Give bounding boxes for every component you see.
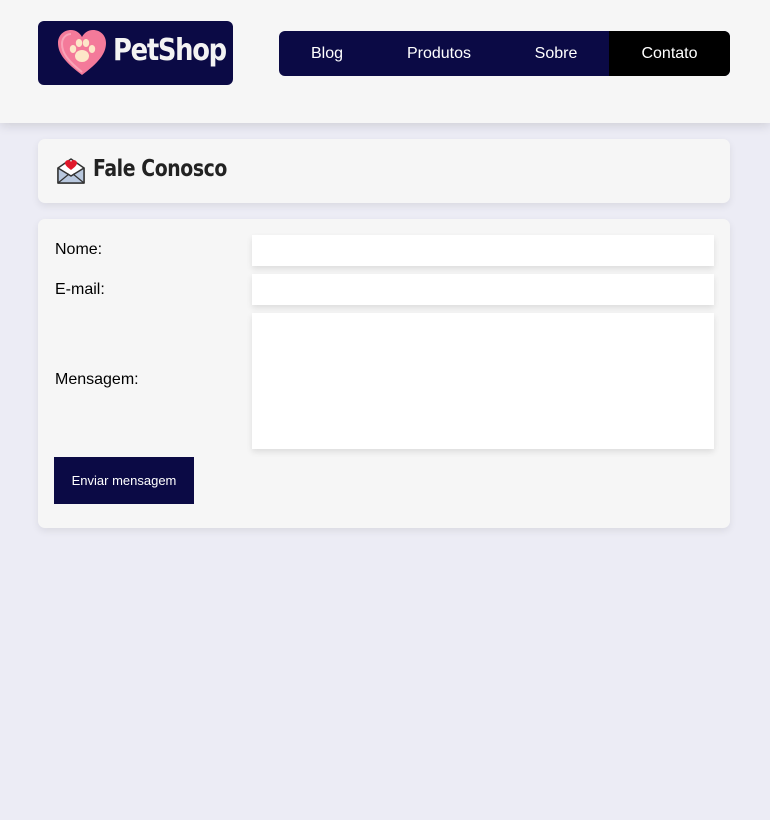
name-label: Nome:: [55, 241, 103, 258]
love-letter-icon: [57, 158, 85, 184]
main-nav: Blog Produtos Sobre Contato: [279, 31, 730, 76]
email-input[interactable]: [252, 274, 714, 305]
logo-text: PetShop: [113, 33, 227, 68]
page-title: Fale Conosco: [93, 156, 227, 182]
nav-item-contato[interactable]: Contato: [609, 31, 730, 76]
email-label: E-mail:: [55, 281, 105, 298]
message-label: Mensagem:: [55, 371, 139, 388]
send-message-button[interactable]: Enviar mensagem: [54, 457, 194, 504]
nav-item-blog[interactable]: Blog: [279, 31, 375, 76]
message-textarea[interactable]: [252, 313, 714, 449]
title-card: Fale Conosco: [38, 139, 730, 203]
name-input[interactable]: [252, 235, 714, 266]
nav-item-produtos[interactable]: Produtos: [375, 31, 503, 76]
site-header: PetShop Blog Produtos Sobre Contato: [0, 0, 770, 123]
contact-form: Nome: E-mail: Mensagem: Enviar mensagem: [38, 219, 730, 528]
nav-item-sobre[interactable]: Sobre: [503, 31, 609, 76]
logo-link[interactable]: PetShop: [38, 21, 233, 85]
heart-paw-icon: [58, 30, 106, 75]
